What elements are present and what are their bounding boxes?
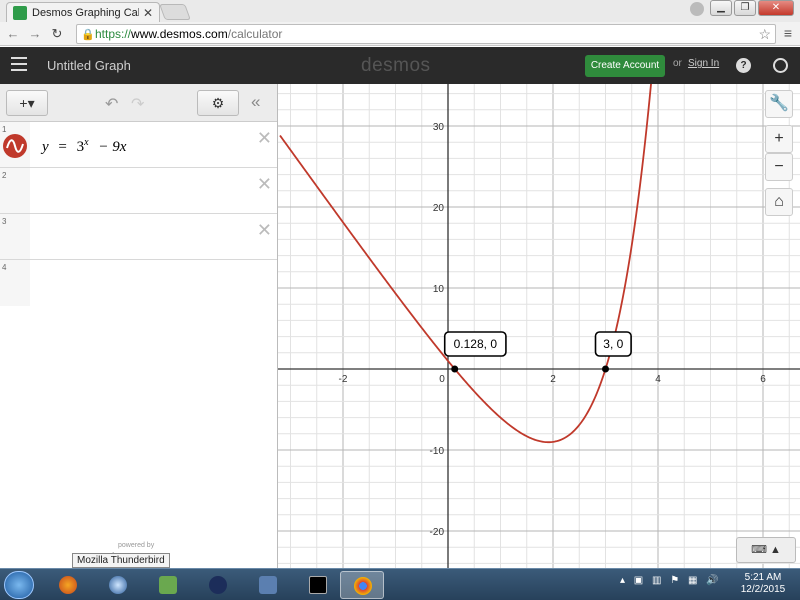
url-host: www.desmos.com (131, 27, 228, 41)
minimize-button[interactable]: ▁ (710, 0, 732, 16)
powered-by-text: powered by (118, 542, 155, 549)
zoom-out-button[interactable]: − (765, 153, 793, 181)
sign-in-link[interactable]: Sign In (688, 58, 719, 69)
add-item-button[interactable]: +▾ (6, 90, 48, 116)
create-account-button[interactable]: Create Account (585, 55, 665, 77)
browser-tab[interactable]: Desmos Graphing Calcula ✕ (6, 2, 160, 22)
url-path: /calculator (227, 27, 283, 41)
x-tick-label: 6 (760, 374, 766, 385)
redo-icon[interactable]: ↷ (131, 94, 144, 114)
x-tick-label: -2 (339, 374, 348, 385)
address-bar[interactable]: 🔒 https:// www.desmos.com /calculator ☆ (76, 24, 776, 44)
graph-plot[interactable]: -2 0 2 4 6302010-10-200.128, 0 3, 0 (278, 84, 800, 568)
formula-rest: − 9x (98, 139, 127, 155)
browser-tab-strip: Desmos Graphing Calcula ✕ ▁ ❐ ✕ (0, 0, 800, 22)
close-window-button[interactable]: ✕ (758, 0, 794, 16)
formula-equals: = (58, 139, 67, 155)
command-prompt-taskbar-icon[interactable] (298, 571, 338, 599)
add-label: + (19, 95, 28, 111)
expression-row[interactable]: 1 y = 3x − 9x ✕ (0, 122, 277, 168)
expression-number: 1 (2, 125, 7, 134)
zoom-in-button[interactable]: + (765, 125, 793, 153)
system-tray-icons[interactable]: ▴ ▣ ▥ ⚑ ▦ 🔊 (620, 575, 722, 586)
settings-gear-icon[interactable]: ⚙ (197, 90, 239, 116)
clock-date: 12/2/2015 (740, 584, 786, 595)
delete-expression-icon[interactable]: ✕ (257, 174, 272, 195)
y-tick-label: 20 (433, 203, 445, 214)
window-controls: ▁ ❐ ✕ (710, 0, 794, 16)
thunderbird-taskbar-icon[interactable] (98, 571, 138, 599)
expression-number: 2 (2, 171, 7, 180)
keyboard-icon[interactable]: ⌨ ▲ (736, 537, 796, 563)
close-tab-icon[interactable]: ✕ (143, 6, 153, 20)
x-tick-label: 0 (439, 374, 445, 385)
graph-paper[interactable]: -2 0 2 4 6 30 20 10 -10 -20 0.128, 0 3, 0 (278, 84, 800, 568)
app-taskbar-icon[interactable] (248, 571, 288, 599)
y-tick-label: 10 (433, 284, 445, 295)
function-curve (279, 84, 652, 444)
globe-icon[interactable] (773, 58, 788, 73)
expression-number: 3 (2, 217, 7, 226)
undo-icon[interactable]: ↶ (105, 94, 118, 114)
help-icon[interactable]: ? (736, 58, 751, 73)
profile-icon[interactable] (690, 2, 704, 16)
arrow-left-icon[interactable]: ← (4, 26, 22, 41)
expression-formula[interactable]: y = 3x − 9x (42, 137, 126, 156)
collapse-panel-icon[interactable]: « (251, 92, 260, 112)
point-label: 3, 0 (603, 337, 623, 351)
y-tick-label: -20 (430, 527, 445, 538)
arrow-right-icon[interactable]: → (26, 26, 44, 41)
graph-title[interactable]: Untitled Graph (47, 58, 131, 73)
taskbar-tooltip: Mozilla Thunderbird (72, 553, 170, 568)
firefox-taskbar-icon[interactable] (48, 571, 88, 599)
browser-toolbar: ← → ↻ 🔒 https:// www.desmos.com /calcula… (0, 22, 800, 46)
reload-icon[interactable]: ↻ (48, 26, 66, 42)
hamburger-menu-icon[interactable] (11, 57, 27, 75)
desmos-logo: desmos (361, 55, 431, 76)
windows-taskbar: ▴ ▣ ▥ ⚑ ▦ 🔊 5:21 AM 12/2/2015 (0, 568, 800, 600)
app-taskbar-icon[interactable] (198, 571, 238, 599)
bookmark-star-icon[interactable]: ☆ (758, 26, 771, 43)
y-tick-label: 30 (433, 122, 445, 133)
expression-row[interactable]: 2 ✕ (0, 168, 277, 214)
tab-title: Desmos Graphing Calcula (32, 6, 139, 19)
expression-row[interactable]: 4 (0, 260, 277, 306)
formula-exponent: x (84, 137, 89, 148)
app-taskbar-icon[interactable] (148, 571, 188, 599)
expression-list: +▾ ↶ ↷ ⚙ « 1 y = 3x − 9x ✕ 2 ✕ 3 ✕ 4 pow… (0, 84, 278, 568)
delete-expression-icon[interactable]: ✕ (257, 128, 272, 149)
formula-lhs: y (42, 139, 49, 155)
lock-icon: 🔒 (81, 28, 95, 41)
wrench-icon[interactable]: 🔧 (765, 90, 793, 118)
desmos-favicon-icon (13, 5, 27, 20)
or-text: or (673, 58, 682, 69)
taskbar-clock[interactable]: 5:21 AM 12/2/2015 (738, 572, 788, 596)
point-label: 0.128, 0 (454, 337, 498, 351)
chrome-taskbar-icon[interactable] (340, 571, 384, 599)
desmos-header: Untitled Graph desmos Create Account or … (0, 47, 800, 84)
maximize-button[interactable]: ❐ (734, 0, 756, 16)
y-tick-label: -10 (430, 446, 445, 457)
url-scheme: https:// (95, 27, 132, 41)
curve-visibility-icon[interactable] (3, 134, 27, 158)
intercept-point (451, 365, 459, 373)
x-tick-label: 4 (655, 374, 661, 385)
expression-number: 4 (2, 263, 7, 272)
delete-expression-icon[interactable]: ✕ (257, 220, 272, 241)
expression-toolbar: +▾ ↶ ↷ ⚙ « (0, 84, 277, 122)
chrome-menu-icon[interactable]: ≡ (784, 25, 792, 41)
start-button[interactable] (4, 571, 34, 599)
intercept-point (602, 365, 609, 373)
x-tick-label: 2 (550, 374, 556, 385)
home-icon[interactable]: ⌂ (765, 188, 793, 216)
clock-time: 5:21 AM (744, 572, 782, 583)
expression-row[interactable]: 3 ✕ (0, 214, 277, 260)
new-tab-button[interactable] (159, 4, 191, 20)
